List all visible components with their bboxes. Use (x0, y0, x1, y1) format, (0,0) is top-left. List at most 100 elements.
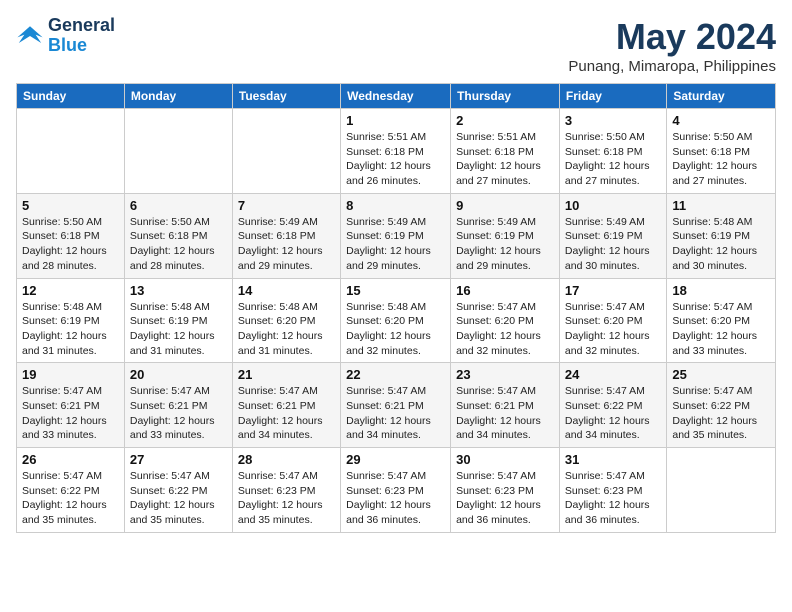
day-info: Sunrise: 5:50 AM Sunset: 6:18 PM Dayligh… (672, 130, 770, 189)
day-info: Sunrise: 5:47 AM Sunset: 6:23 PM Dayligh… (565, 469, 661, 528)
calendar-cell: 3Sunrise: 5:50 AM Sunset: 6:18 PM Daylig… (559, 109, 666, 194)
day-number: 16 (456, 283, 554, 298)
calendar-body: 1 Sunrise: 5:51 AM Sunset: 6:18 PM Daylig… (17, 109, 776, 533)
calendar-cell: 31 Sunrise: 5:47 AM Sunset: 6:23 PM Dayli… (559, 448, 666, 533)
page-header: General Blue May 2024 Punang, Mimaropa, … (16, 16, 776, 75)
day-info: Sunrise: 5:47 AM Sunset: 6:21 PM Dayligh… (238, 384, 335, 443)
day-info: Sunrise: 5:47 AM Sunset: 6:22 PM Dayligh… (565, 384, 661, 443)
day-number: 1 (346, 113, 445, 128)
calendar-cell: 8 Sunrise: 5:49 AM Sunset: 6:19 PM Daylig… (341, 193, 451, 278)
weekday-header-saturday: Saturday (667, 84, 776, 109)
calendar-cell: 20Sunrise: 5:47 AM Sunset: 6:21 PM Dayli… (124, 363, 232, 448)
day-number: 6 (130, 198, 227, 213)
calendar-cell: 30Sunrise: 5:47 AM Sunset: 6:23 PM Dayli… (451, 448, 560, 533)
calendar-cell: 13Sunrise: 5:48 AM Sunset: 6:19 PM Dayli… (124, 278, 232, 363)
calendar-week-2: 5 Sunrise: 5:50 AM Sunset: 6:18 PM Daylig… (17, 193, 776, 278)
day-info: Sunrise: 5:47 AM Sunset: 6:20 PM Dayligh… (456, 300, 554, 359)
calendar-cell: 22Sunrise: 5:47 AM Sunset: 6:21 PM Dayli… (341, 363, 451, 448)
calendar-cell: 4Sunrise: 5:50 AM Sunset: 6:18 PM Daylig… (667, 109, 776, 194)
day-number: 25 (672, 367, 770, 382)
calendar-cell: 11Sunrise: 5:48 AM Sunset: 6:19 PM Dayli… (667, 193, 776, 278)
day-number: 12 (22, 283, 119, 298)
calendar-week-5: 26 Sunrise: 5:47 AM Sunset: 6:22 PM Dayli… (17, 448, 776, 533)
calendar-table: SundayMondayTuesdayWednesdayThursdayFrid… (16, 83, 776, 533)
day-info: Sunrise: 5:47 AM Sunset: 6:21 PM Dayligh… (346, 384, 445, 443)
day-info: Sunrise: 5:50 AM Sunset: 6:18 PM Dayligh… (565, 130, 661, 189)
day-number: 9 (456, 198, 554, 213)
day-info: Sunrise: 5:49 AM Sunset: 6:19 PM Dayligh… (346, 215, 445, 274)
day-number: 26 (22, 452, 119, 467)
title-block: May 2024 Punang, Mimaropa, Philippines (568, 16, 776, 75)
weekday-header-sunday: Sunday (17, 84, 125, 109)
day-info: Sunrise: 5:47 AM Sunset: 6:23 PM Dayligh… (346, 469, 445, 528)
calendar-cell: 23 Sunrise: 5:47 AM Sunset: 6:21 PM Dayli… (451, 363, 560, 448)
day-number: 31 (565, 452, 661, 467)
calendar-cell: 27 Sunrise: 5:47 AM Sunset: 6:22 PM Dayli… (124, 448, 232, 533)
weekday-header-monday: Monday (124, 84, 232, 109)
day-info: Sunrise: 5:47 AM Sunset: 6:22 PM Dayligh… (22, 469, 119, 528)
calendar-cell: 24 Sunrise: 5:47 AM Sunset: 6:22 PM Dayli… (559, 363, 666, 448)
day-number: 24 (565, 367, 661, 382)
day-info: Sunrise: 5:48 AM Sunset: 6:19 PM Dayligh… (22, 300, 119, 359)
weekday-header-row: SundayMondayTuesdayWednesdayThursdayFrid… (17, 84, 776, 109)
day-info: Sunrise: 5:48 AM Sunset: 6:20 PM Dayligh… (346, 300, 445, 359)
calendar-cell: 18 Sunrise: 5:47 AM Sunset: 6:20 PM Dayli… (667, 278, 776, 363)
calendar-cell: 29 Sunrise: 5:47 AM Sunset: 6:23 PM Dayli… (341, 448, 451, 533)
logo-icon (16, 22, 44, 50)
calendar-cell: 21Sunrise: 5:47 AM Sunset: 6:21 PM Dayli… (232, 363, 340, 448)
calendar-cell: 17Sunrise: 5:47 AM Sunset: 6:20 PM Dayli… (559, 278, 666, 363)
day-number: 15 (346, 283, 445, 298)
day-number: 10 (565, 198, 661, 213)
day-number: 30 (456, 452, 554, 467)
day-info: Sunrise: 5:49 AM Sunset: 6:19 PM Dayligh… (456, 215, 554, 274)
logo: General Blue (16, 16, 115, 56)
day-info: Sunrise: 5:47 AM Sunset: 6:22 PM Dayligh… (130, 469, 227, 528)
calendar-header: SundayMondayTuesdayWednesdayThursdayFrid… (17, 84, 776, 109)
weekday-header-friday: Friday (559, 84, 666, 109)
day-number: 19 (22, 367, 119, 382)
weekday-header-thursday: Thursday (451, 84, 560, 109)
calendar-cell: 1 Sunrise: 5:51 AM Sunset: 6:18 PM Daylig… (341, 109, 451, 194)
calendar-cell: 25 Sunrise: 5:47 AM Sunset: 6:22 PM Dayli… (667, 363, 776, 448)
calendar-cell: 10 Sunrise: 5:49 AM Sunset: 6:19 PM Dayli… (559, 193, 666, 278)
day-info: Sunrise: 5:47 AM Sunset: 6:23 PM Dayligh… (238, 469, 335, 528)
weekday-header-tuesday: Tuesday (232, 84, 340, 109)
day-info: Sunrise: 5:49 AM Sunset: 6:18 PM Dayligh… (238, 215, 335, 274)
day-info: Sunrise: 5:47 AM Sunset: 6:21 PM Dayligh… (22, 384, 119, 443)
calendar-cell (124, 109, 232, 194)
day-info: Sunrise: 5:48 AM Sunset: 6:20 PM Dayligh… (238, 300, 335, 359)
day-number: 18 (672, 283, 770, 298)
calendar-week-1: 1 Sunrise: 5:51 AM Sunset: 6:18 PM Daylig… (17, 109, 776, 194)
day-info: Sunrise: 5:49 AM Sunset: 6:19 PM Dayligh… (565, 215, 661, 274)
calendar-cell (17, 109, 125, 194)
calendar-cell: 15 Sunrise: 5:48 AM Sunset: 6:20 PM Dayli… (341, 278, 451, 363)
day-number: 28 (238, 452, 335, 467)
calendar-week-4: 19 Sunrise: 5:47 AM Sunset: 6:21 PM Dayli… (17, 363, 776, 448)
calendar-cell: 9 Sunrise: 5:49 AM Sunset: 6:19 PM Daylig… (451, 193, 560, 278)
day-info: Sunrise: 5:47 AM Sunset: 6:22 PM Dayligh… (672, 384, 770, 443)
day-number: 20 (130, 367, 227, 382)
calendar-cell: 5 Sunrise: 5:50 AM Sunset: 6:18 PM Daylig… (17, 193, 125, 278)
calendar-cell: 26 Sunrise: 5:47 AM Sunset: 6:22 PM Dayli… (17, 448, 125, 533)
day-number: 11 (672, 198, 770, 213)
calendar-cell: 19 Sunrise: 5:47 AM Sunset: 6:21 PM Dayli… (17, 363, 125, 448)
day-info: Sunrise: 5:50 AM Sunset: 6:18 PM Dayligh… (130, 215, 227, 274)
day-info: Sunrise: 5:51 AM Sunset: 6:18 PM Dayligh… (346, 130, 445, 189)
day-info: Sunrise: 5:50 AM Sunset: 6:18 PM Dayligh… (22, 215, 119, 274)
calendar-cell: 12 Sunrise: 5:48 AM Sunset: 6:19 PM Dayli… (17, 278, 125, 363)
day-number: 27 (130, 452, 227, 467)
day-number: 13 (130, 283, 227, 298)
calendar-cell: 28 Sunrise: 5:47 AM Sunset: 6:23 PM Dayli… (232, 448, 340, 533)
calendar-cell (667, 448, 776, 533)
day-info: Sunrise: 5:47 AM Sunset: 6:20 PM Dayligh… (565, 300, 661, 359)
day-number: 5 (22, 198, 119, 213)
logo-text: General Blue (48, 16, 115, 56)
day-number: 23 (456, 367, 554, 382)
calendar-cell: 14Sunrise: 5:48 AM Sunset: 6:20 PM Dayli… (232, 278, 340, 363)
day-number: 8 (346, 198, 445, 213)
day-number: 7 (238, 198, 335, 213)
day-info: Sunrise: 5:47 AM Sunset: 6:20 PM Dayligh… (672, 300, 770, 359)
day-info: Sunrise: 5:47 AM Sunset: 6:21 PM Dayligh… (456, 384, 554, 443)
calendar-cell: 16 Sunrise: 5:47 AM Sunset: 6:20 PM Dayli… (451, 278, 560, 363)
day-number: 29 (346, 452, 445, 467)
